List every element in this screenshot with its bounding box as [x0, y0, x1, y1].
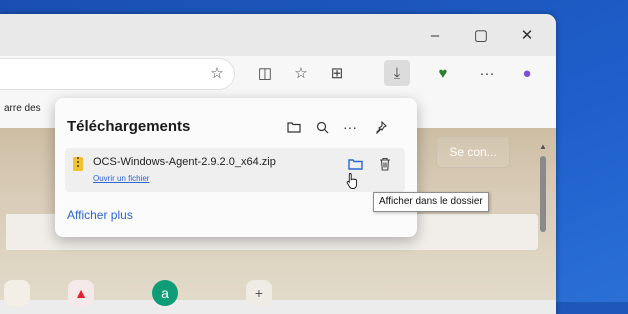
folder-icon [347, 159, 363, 170]
title-bar: – ▢ ✕ [0, 14, 556, 56]
scroll-up-icon[interactable]: ▲ [539, 142, 547, 151]
open-file-link[interactable]: Ouvrir un fichier [93, 174, 149, 183]
tooltip: Afficher dans le dossier [373, 192, 489, 212]
download-file-name: OCS-Windows-Agent-2.9.2.0_x64.zip [93, 156, 276, 168]
address-bar[interactable]: ☆ [0, 58, 235, 90]
pin-icon[interactable] [369, 116, 391, 138]
show-more-link[interactable]: Afficher plus [67, 208, 133, 222]
trash-icon [380, 157, 390, 171]
maximize-button[interactable]: ▢ [466, 24, 496, 46]
performance-icon[interactable]: ♥ [430, 60, 456, 86]
favorites-list-icon[interactable]: ☆ [288, 60, 314, 86]
show-in-folder-button[interactable] [345, 154, 365, 174]
scroll-thumb[interactable] [540, 156, 546, 232]
bookmark-item[interactable]: arre des [4, 103, 41, 114]
search-icon[interactable] [311, 116, 333, 138]
open-folder-icon[interactable] [283, 116, 305, 138]
minimize-button[interactable]: – [420, 24, 450, 46]
add-shortcut-icon[interactable]: + [246, 280, 272, 306]
shortcut-tile-icon[interactable]: ▲ [68, 280, 94, 306]
folder-icon [287, 122, 301, 133]
shortcut-tile-icon[interactable] [4, 280, 30, 306]
favorite-star-icon[interactable]: ☆ [204, 60, 230, 86]
downloads-icon[interactable]: ⤓ [384, 60, 410, 86]
delete-button[interactable] [375, 154, 395, 174]
close-button[interactable]: ✕ [512, 24, 542, 46]
copilot-icon[interactable]: ● [514, 60, 540, 86]
zip-file-icon [73, 157, 83, 171]
downloads-title: Téléchargements [67, 118, 191, 135]
sign-in-button[interactable]: Se con... [436, 136, 510, 168]
shortcut-tile-icon[interactable]: a [152, 280, 178, 306]
page-scrollbar[interactable]: ▲ [538, 140, 548, 258]
more-options-icon[interactable]: ··· [474, 60, 500, 86]
collections-icon[interactable]: ⊞ [324, 60, 350, 86]
more-options-icon[interactable]: ··· [339, 116, 361, 138]
downloads-panel: Téléchargements ··· OCS-Windows-Agent-2.… [55, 98, 417, 237]
split-screen-icon[interactable]: ◫ [252, 60, 278, 86]
hand-cursor-icon [346, 173, 357, 189]
toolbar: ☆ ◫ ☆ ⊞ ⤓ ♥ ··· ● [0, 56, 556, 94]
